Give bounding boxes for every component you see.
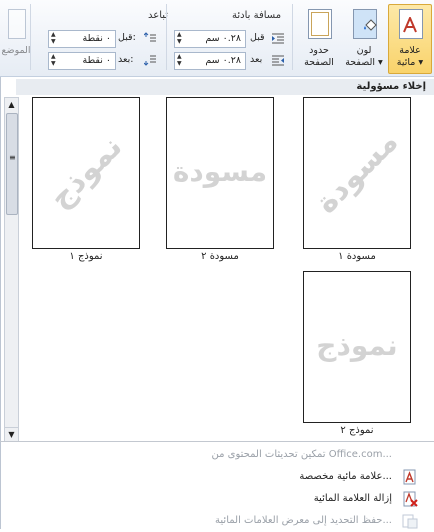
gallery-scrollbar[interactable]: ▲ ≡ ▼ (4, 97, 19, 442)
position-icon (8, 9, 26, 39)
spin-arrows-icon[interactable]: ▲ ▼ (177, 53, 182, 67)
watermark-text: مسودة (308, 124, 406, 221)
indent-before-spinner[interactable]: ▲ ▼ ٠.٢٨ سم (174, 30, 246, 48)
spacing-before-value: ٠ نقطة (82, 33, 111, 44)
spin-arrows-icon[interactable]: ▲ ▼ (177, 31, 182, 45)
spacing-before-spinner[interactable]: ▲ ▼ ٠ نقطة (48, 30, 116, 48)
indent-before-label: قبل (250, 32, 265, 43)
watermark-text: مسودة (172, 155, 268, 188)
spacing-after-spinner[interactable]: ▲ ▼ ٠ نقطة (48, 52, 116, 70)
spacing-after-label: بعد: (118, 54, 134, 65)
page-borders-icon (308, 9, 332, 39)
grip-icon: ≡ (9, 153, 16, 162)
gallery-section-title: إخلاء مسؤولية (16, 79, 434, 95)
scroll-down-icon[interactable]: ▼ (5, 427, 18, 441)
indent-before-value: ٠.٢٨ سم (205, 33, 241, 44)
enable-updates-label: تمكين تحديثات المحتوى من Office.com... (211, 449, 393, 460)
ribbon-separator (166, 4, 167, 70)
indent-right-icon (272, 55, 284, 66)
watermark-caption: مسودة ١ (338, 251, 376, 262)
custom-watermark-label: علامة مائية مخصصة... (299, 471, 392, 482)
watermark-caption: مسودة ٢ (201, 251, 239, 262)
watermark-caption: نموذج ٢ (340, 425, 374, 436)
remove-watermark-icon (403, 491, 418, 507)
space-before-icon (144, 32, 156, 42)
custom-watermark-item[interactable]: علامة مائية مخصصة... (0, 466, 426, 488)
remove-watermark-label: إزالة العلامة المائية (313, 493, 392, 504)
watermark-label: علامة مائية ▾ (396, 45, 424, 68)
watermark-thumbnail[interactable]: مسودة (166, 97, 274, 249)
page-borders-label: حدود الصفحة (304, 45, 334, 68)
watermark-thumbnail[interactable]: مسودة (303, 97, 411, 249)
ribbon: الموضع تباعد ▲ ▼ ٠ نقطة قبل: ▲ ▼ ٠ نقطة بع… (0, 0, 434, 77)
watermark-text: نموذج (316, 329, 398, 362)
remove-watermark-item[interactable]: إزالة العلامة المائية (0, 488, 426, 510)
position-button: الموضع (0, 4, 32, 74)
watermark-letter-icon (403, 17, 417, 33)
watermark-text: نموذج (42, 129, 130, 216)
indent-left-icon (272, 33, 284, 44)
indent-group-label: مسافة بادئة (232, 10, 282, 21)
paint-bucket-icon (364, 19, 377, 31)
ribbon-separator (30, 4, 31, 70)
ribbon-separator (292, 4, 293, 70)
indent-after-value: ٠.٢٨ سم (205, 55, 241, 66)
space-after-icon (144, 55, 156, 66)
page-color-label: لون الصفحة ▾ (345, 45, 383, 68)
save-to-gallery-icon (402, 514, 418, 529)
watermark-thumbnail[interactable]: نموذج (303, 271, 411, 423)
page-color-button[interactable]: لون الصفحة ▾ (342, 4, 386, 74)
position-label: الموضع (1, 45, 31, 56)
watermark-button[interactable]: علامة مائية ▾ (388, 4, 432, 74)
enable-updates-item: تمكين تحديثات المحتوى من Office.com... (0, 444, 426, 466)
scroll-up-icon[interactable]: ▲ (5, 98, 18, 111)
spin-arrows-icon[interactable]: ▲ ▼ (51, 53, 56, 67)
custom-watermark-icon (403, 469, 416, 485)
watermark-thumbnail[interactable]: نموذج (32, 97, 140, 249)
scroll-thumb[interactable]: ≡ (6, 113, 18, 215)
watermark-caption: نموذج ١ (69, 251, 103, 262)
page-borders-button[interactable]: حدود الصفحة (298, 4, 340, 74)
save-selection-label: حفظ التحديد إلى معرض العلامات المائية... (215, 515, 392, 526)
spacing-after-value: ٠ نقطة (82, 55, 111, 66)
indent-after-label: بعد (250, 54, 263, 65)
indent-after-spinner[interactable]: ▲ ▼ ٠.٢٨ سم (174, 52, 246, 70)
spacing-before-label: قبل: (118, 32, 136, 43)
menu-separator (0, 441, 434, 442)
spin-arrows-icon[interactable]: ▲ ▼ (51, 31, 56, 45)
